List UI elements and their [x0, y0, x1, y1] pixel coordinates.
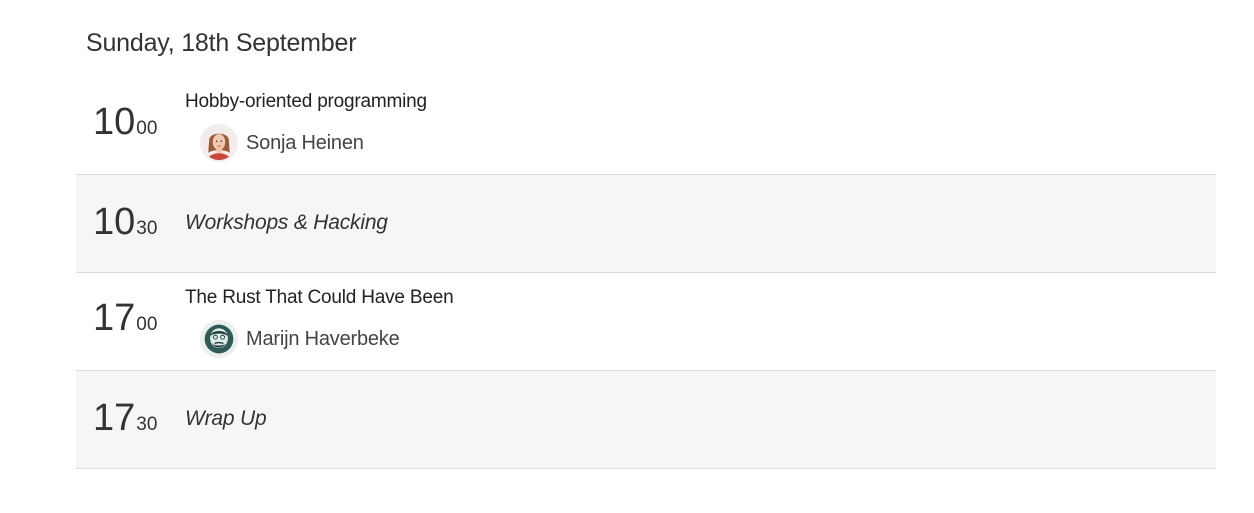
talk-title[interactable]: Hobby-oriented programming	[185, 91, 427, 113]
speaker-name[interactable]: Sonja Heinen	[246, 132, 364, 155]
slot-hour: 17	[93, 297, 136, 339]
slot-minutes: 00	[136, 314, 158, 335]
slot-hour: 17	[93, 397, 136, 439]
speaker[interactable]: Sonja Heinen	[200, 124, 364, 162]
slot-minutes: 00	[136, 118, 158, 139]
slot-hour: 10	[93, 101, 136, 143]
slot-time: 1700	[93, 298, 157, 345]
slot-time: 1000	[93, 102, 157, 149]
schedule-slot: 1030 Workshops & Hacking	[76, 175, 1216, 273]
schedule-slot: 1000 Hobby-oriented programming Sonja He…	[76, 77, 1216, 175]
speaker-avatar[interactable]	[200, 124, 238, 162]
speaker[interactable]: Marijn Haverbeke	[200, 320, 400, 358]
speaker-avatar[interactable]	[200, 320, 238, 358]
schedule-slot: 1700 The Rust That Could Have Been Marij…	[76, 273, 1216, 371]
slot-minutes: 30	[136, 414, 158, 435]
break-title: Workshops & Hacking	[185, 211, 388, 234]
slot-time: 1030	[93, 202, 157, 249]
break-title: Wrap Up	[185, 407, 267, 430]
slot-minutes: 30	[136, 218, 158, 239]
schedule-slot: 1730 Wrap Up	[76, 371, 1216, 469]
day-title: Sunday, 18th September	[86, 29, 357, 57]
talk-title[interactable]: The Rust That Could Have Been	[185, 287, 454, 309]
slot-time: 1730	[93, 398, 157, 445]
speaker-name[interactable]: Marijn Haverbeke	[246, 328, 400, 351]
schedule-list: 1000 Hobby-oriented programming Sonja He…	[76, 77, 1216, 469]
slot-hour: 10	[93, 201, 136, 243]
